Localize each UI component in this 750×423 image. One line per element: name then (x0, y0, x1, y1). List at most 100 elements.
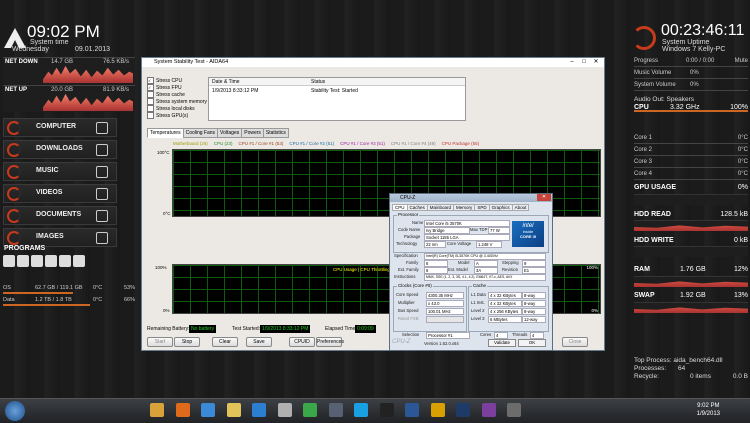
menu-item-downloads[interactable]: DOWNLOADS (3, 140, 117, 159)
torrent-icon[interactable] (303, 403, 317, 417)
cpuz-icon[interactable] (481, 403, 496, 417)
save-button[interactable]: Save (246, 337, 272, 347)
hamachi-icon[interactable] (45, 255, 57, 267)
legend-entry[interactable]: CPU Package (55) (442, 141, 480, 146)
cpuz-tab-memory[interactable]: Memory (453, 204, 476, 211)
l1i-label: L1 Inst. (471, 300, 485, 305)
cpuid-button[interactable]: CPUID (289, 337, 315, 347)
start-button[interactable] (5, 401, 25, 421)
settings-icon[interactable] (277, 403, 292, 417)
mute-label[interactable]: Mute (735, 58, 748, 64)
menu-item-computer[interactable]: COMPUTER (3, 118, 117, 137)
status-row-status: Stability Test: Started (311, 88, 358, 94)
hdd-write-label: HDD WRITE (634, 237, 674, 244)
code-name-label: Code Name (398, 227, 421, 232)
firefox-icon[interactable] (175, 403, 190, 417)
skype-icon[interactable] (31, 255, 43, 267)
usage-right-bottom: 0% (591, 308, 598, 313)
menu-item-videos[interactable]: VIDEOS (3, 184, 117, 203)
preferences-button[interactable]: Preferences (316, 337, 344, 347)
tab-powers[interactable]: Powers (241, 128, 264, 138)
media-player-icon[interactable] (252, 403, 266, 417)
checkbox[interactable] (147, 98, 154, 105)
torrent-icon[interactable] (59, 255, 71, 267)
cpuz-tab-graphics[interactable]: Graphics (488, 204, 513, 211)
music-volume-row[interactable]: Music Volume 0% (634, 70, 748, 79)
stress-option[interactable]: Stress GPU(s) (147, 112, 188, 119)
photoshop-icon[interactable] (456, 403, 470, 417)
menu-item-music[interactable]: MUSIC (3, 162, 117, 181)
skype-icon[interactable] (354, 403, 368, 417)
tab-temperatures[interactable]: Temperatures (147, 128, 184, 138)
cpuz-window[interactable]: CPU-Z ✕ CPU Caches Mainboard Memory SPD Graph… (389, 193, 553, 351)
checkbox[interactable] (147, 105, 154, 112)
legend-entry[interactable]: Motherboard (26) (173, 141, 208, 146)
drive-name: OS (3, 285, 11, 291)
checkbox[interactable]: ✓ (147, 77, 154, 84)
separator (634, 167, 748, 168)
progress-row[interactable]: Progress 0:00 / 0:00 Mute (634, 58, 748, 67)
legend-entry[interactable]: CPU #1 / Core #1 (53) (239, 141, 284, 146)
aida-icon[interactable] (379, 403, 394, 417)
menu-item-documents[interactable]: DOCUMENTS (3, 206, 117, 225)
close-icon[interactable]: ✕ (537, 194, 551, 201)
system-volume-row[interactable]: System Volume 0% (634, 82, 748, 91)
status-table-header (209, 78, 465, 86)
stress-option[interactable]: ✓ Stress CPU (147, 77, 182, 84)
cpuz-titlebar[interactable]: CPU-Z ✕ (390, 194, 552, 202)
monitor-icon[interactable] (507, 403, 521, 417)
stress-option[interactable]: ✓ Stress FPU (147, 84, 182, 91)
core-temp: 0°C (737, 135, 748, 141)
processor-selection-dropdown[interactable]: Processor #1 (426, 332, 470, 339)
cpuz-tab-spd[interactable]: SPD (474, 204, 490, 211)
steam-icon[interactable] (3, 255, 15, 267)
maximize-icon[interactable]: □ (578, 58, 590, 67)
stress-option[interactable]: Stress cache (147, 91, 185, 98)
stress-option[interactable]: Stress local disks (147, 105, 195, 112)
clear-button[interactable]: Clear (212, 337, 238, 347)
ram-row: RAM 1.76 GB 12% (634, 266, 748, 273)
taskbar: 9:02 PM 1/9/2013 (0, 398, 750, 423)
net-down-total: 14.7 GB (51, 59, 74, 65)
drive-row[interactable]: OS 62.7 GB / 119.1 GB 0°C 53% (3, 285, 135, 295)
start-button[interactable]: Start (147, 337, 173, 347)
validate-button[interactable]: Validate (488, 339, 516, 347)
drive-row[interactable]: Data 1.2 TB / 1.8 TB 0°C 66% (3, 297, 135, 307)
ok-button[interactable]: OK (518, 339, 546, 347)
l1d-value: 4 x 32 KBytes (488, 292, 522, 299)
cpuz-tab-caches[interactable]: Caches (406, 204, 428, 211)
aida-titlebar[interactable]: System Stability Test - AIDA64 – □ ✕ (142, 58, 604, 67)
legend-label: Motherboard (26) (173, 141, 208, 146)
taskbar-clock[interactable]: 9:02 PM 1/9/2013 (697, 402, 720, 418)
explorer-icon[interactable] (226, 403, 241, 417)
game-controller-icon[interactable] (73, 255, 85, 267)
cpuz-tab-about[interactable]: About (511, 204, 530, 211)
checkbox[interactable]: ✓ (147, 84, 154, 91)
cpuz-tab-mainboard[interactable]: Mainboard (426, 204, 455, 211)
stress-option[interactable]: Stress system memory (147, 98, 207, 105)
steam-icon[interactable] (328, 403, 343, 417)
recycle-value: 0 items (690, 373, 711, 380)
minimize-icon[interactable]: – (566, 58, 578, 67)
cpuz-tab-cpu[interactable]: CPU (392, 204, 408, 211)
tab-statistics[interactable]: Statistics (262, 128, 289, 138)
checkbox[interactable] (147, 112, 154, 119)
l1i-value: 4 x 32 KBytes (488, 300, 522, 307)
recycle-row[interactable]: Recycle: 0 items 0.0 B (634, 373, 748, 380)
tab-cooling-fans[interactable]: Cooling Fans (182, 128, 219, 138)
legend-entry[interactable]: CPU #1 / Core #3 (51) (340, 141, 385, 146)
close-icon[interactable]: ✕ (590, 58, 602, 67)
tab-voltages[interactable]: Voltages (217, 128, 243, 138)
legend-label: CPU #1 / Core #2 (51) (289, 141, 335, 146)
word-icon[interactable] (405, 403, 419, 417)
ie-icon[interactable] (201, 403, 215, 417)
legend-entry[interactable]: CPU #1 / Core #4 (49) (391, 141, 436, 146)
stop-button[interactable]: Stop (174, 337, 200, 347)
settings-icon[interactable] (17, 255, 29, 267)
checkbox[interactable] (147, 91, 154, 98)
legend-entry[interactable]: CPU (23) (214, 141, 233, 146)
winamp-icon[interactable] (430, 403, 445, 417)
chrome-icon[interactable] (150, 403, 164, 417)
legend-entry[interactable]: CPU #1 / Core #2 (51) (289, 141, 334, 146)
close-button[interactable]: Close (562, 337, 588, 347)
